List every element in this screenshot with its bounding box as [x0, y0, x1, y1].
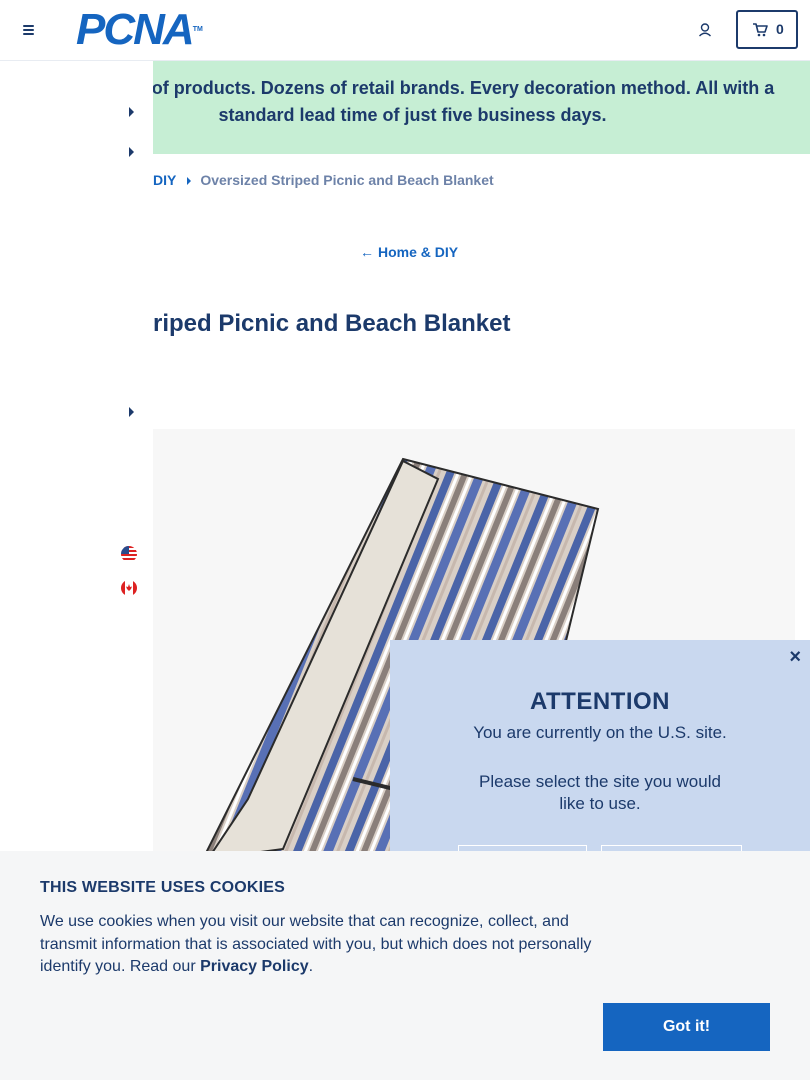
hamburger-menu-icon[interactable] [18, 20, 38, 40]
canada-flag-icon[interactable] [121, 580, 137, 596]
pcna-logo[interactable]: PCNATM [76, 8, 203, 52]
site-select-popup: × ATTENTION You are currently on the U.S… [390, 640, 810, 865]
breadcrumb-current: Oversized Striped Picnic and Beach Blank… [200, 172, 494, 188]
accept-cookies-button[interactable]: Got it! [603, 1003, 770, 1051]
popup-current-site-text: You are currently on the U.S. site. [473, 723, 727, 742]
cookie-body: We use cookies when you visit our websit… [40, 911, 600, 979]
popup-title: ATTENTION [529, 688, 671, 715]
account-icon[interactable] [697, 22, 713, 38]
site-header: PCNATM 0 [0, 0, 810, 61]
back-link-label: Home & DIY [378, 244, 459, 260]
cookie-body-text: We use cookies when you visit our websit… [40, 913, 592, 975]
cookie-body-end: . [308, 958, 314, 975]
sidebar-expand-caret-icon[interactable] [129, 147, 134, 157]
cart-count: 0 [776, 21, 784, 37]
arrow-left-icon: ← [360, 244, 374, 260]
privacy-policy-link[interactable]: Privacy Policy [200, 958, 309, 975]
cart-icon [753, 23, 768, 37]
popup-select-text: Please select the site you would like to… [479, 772, 721, 813]
nav-sidebar [0, 61, 153, 851]
cookie-title: THIS WEBSITE USES COOKIES [40, 879, 286, 896]
sidebar-expand-caret-icon[interactable] [129, 107, 134, 117]
us-flag-icon[interactable] [121, 546, 137, 562]
breadcrumb-separator-icon [187, 176, 192, 185]
breadcrumb: DIY Oversized Striped Picnic and Beach Bl… [153, 172, 494, 188]
back-to-category-link[interactable]: ← Home & DIY [360, 244, 458, 260]
breadcrumb-parent-link[interactable]: DIY [153, 172, 176, 188]
cart-button[interactable]: 0 [736, 10, 798, 49]
product-title: triped Picnic and Beach Blanket [145, 310, 511, 337]
sidebar-expand-caret-icon[interactable] [129, 407, 134, 417]
close-icon[interactable]: × [789, 647, 801, 667]
cookie-banner: THIS WEBSITE USES COOKIES We use cookies… [0, 851, 810, 1080]
